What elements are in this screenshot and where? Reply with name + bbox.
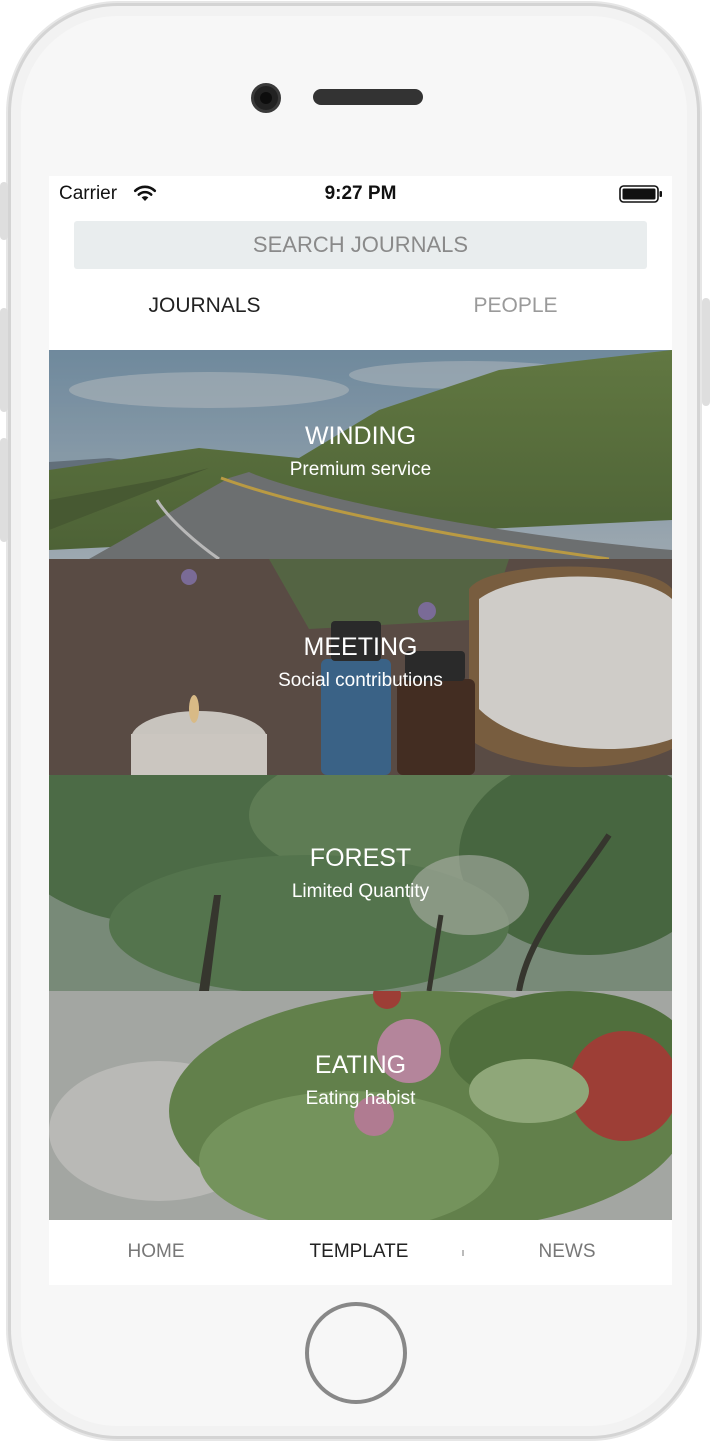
card-text-block: EATING Eating habist (49, 1050, 672, 1112)
journal-card-eating[interactable]: EATING Eating habist (49, 991, 672, 1220)
journal-list: WINDING Premium service MEETING Social c… (49, 350, 672, 1220)
mute-switch (0, 182, 8, 240)
home-button[interactable] (305, 1302, 407, 1404)
card-title: FOREST (309, 844, 412, 872)
status-bar: Carrier 9:27 PM (49, 176, 672, 212)
card-subtitle: Eating habist (305, 1088, 416, 1109)
tab-journals[interactable]: JOURNALS (49, 294, 360, 318)
power-button (702, 298, 710, 406)
card-title: WINDING (304, 422, 417, 450)
card-text-block: MEETING Social contributions (49, 632, 672, 694)
card-text-block: WINDING Premium service (49, 421, 672, 483)
journal-card-winding[interactable]: WINDING Premium service (49, 350, 672, 559)
card-subtitle: Social contributions (278, 670, 443, 691)
app-screen: Carrier 9:27 PM JOURNALS PEOPLE (49, 176, 672, 1285)
search-input[interactable] (74, 221, 647, 269)
clock: 9:27 PM (324, 183, 397, 204)
journal-card-forest[interactable]: FOREST Limited Quantity (49, 775, 672, 991)
card-subtitle: Limited Quantity (291, 881, 430, 902)
card-title: EATING (314, 1051, 407, 1079)
journal-card-meeting[interactable]: MEETING Social contributions (49, 559, 672, 775)
nav-template[interactable]: TEMPLATE (259, 1241, 459, 1263)
card-subtitle: Premium service (289, 459, 432, 480)
card-text-block: FOREST Limited Quantity (49, 843, 672, 905)
bottom-navigation: HOME TEMPLATE NEWS (49, 1220, 672, 1285)
nav-news[interactable]: NEWS (467, 1241, 667, 1263)
front-camera-icon (251, 83, 281, 113)
volume-up-button (0, 308, 8, 412)
nav-home[interactable]: HOME (56, 1241, 256, 1263)
nav-indicator (462, 1250, 464, 1256)
volume-down-button (0, 438, 8, 542)
tab-people[interactable]: PEOPLE (360, 294, 671, 318)
card-title: MEETING (303, 633, 418, 661)
earpiece-speaker (313, 89, 423, 105)
battery-full-icon (619, 185, 662, 203)
